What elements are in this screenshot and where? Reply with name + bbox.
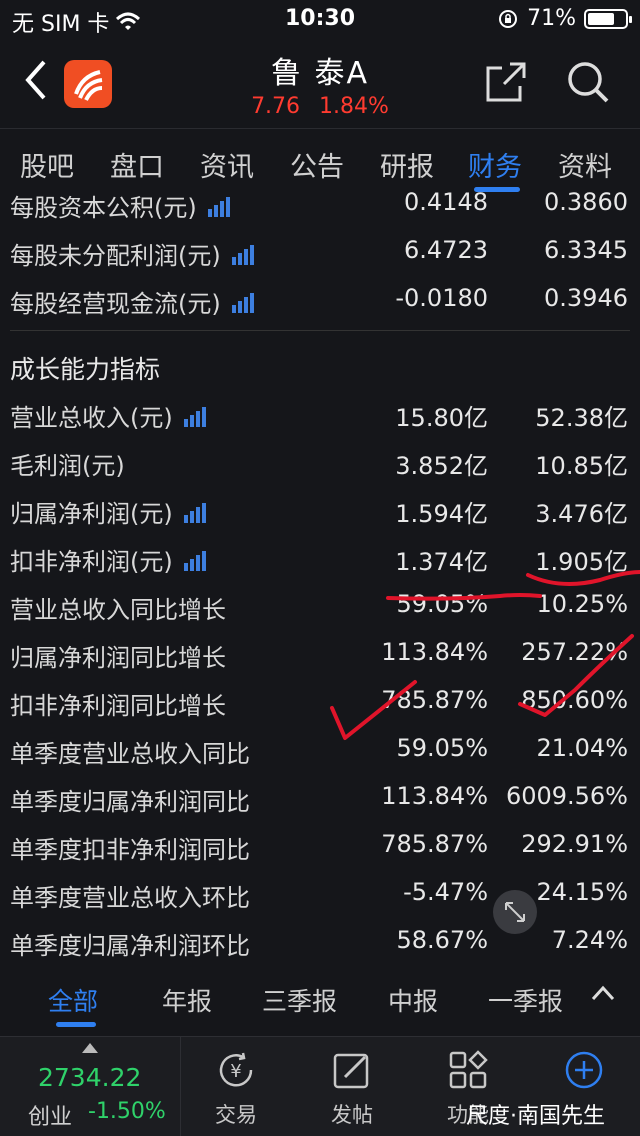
plus-circle-icon: [565, 1051, 603, 1089]
tab-guba[interactable]: 股吧: [20, 145, 74, 184]
chart-icon[interactable]: [183, 405, 207, 427]
chevron-up-icon[interactable]: [590, 984, 616, 1002]
stock-quote: 7.76 1.84%: [0, 94, 640, 119]
table-row: 营业总收入同比增长 59.05% 10.25%: [10, 590, 628, 624]
expand-button[interactable]: [493, 890, 537, 934]
svg-text:¥: ¥: [230, 1061, 241, 1082]
chart-icon[interactable]: [183, 549, 207, 571]
expand-icon: [505, 902, 525, 922]
grid-icon: [449, 1050, 488, 1089]
section-title: 成长能力指标: [10, 355, 161, 384]
tab-news[interactable]: 资讯: [200, 145, 254, 184]
status-bar: 无 SIM 卡 10:30 71%: [0, 0, 640, 40]
stock-name: 鲁 泰A: [270, 56, 370, 91]
stock-change: 1.84%: [319, 94, 389, 119]
table-row: 扣非净利润同比增长 785.87% 850.60%: [10, 686, 628, 720]
period-tab-half[interactable]: 中报: [388, 982, 438, 1018]
rotation-lock-icon: [499, 9, 518, 28]
nav-bar: 鲁 泰A 7.76 1.84%: [0, 40, 640, 128]
table-row: 扣非净利润(元) 1.374亿 1.905亿: [10, 548, 628, 576]
table-row: 单季度扣非净利润同比 785.87% 292.91%: [10, 830, 628, 864]
report-period-tabs: 全部 年报 三季报 中报 一季报: [0, 960, 640, 1034]
tab-finance[interactable]: 财务: [468, 145, 522, 184]
section-divider: [10, 330, 630, 331]
index-change: -1.50%: [88, 1099, 166, 1124]
period-tab-q1[interactable]: 一季报: [488, 982, 563, 1018]
index-name: 创业: [28, 1105, 73, 1130]
battery-icon: [584, 8, 632, 29]
table-row: 单季度归属净利润同比 113.84% 6009.56%: [10, 782, 628, 816]
table-row: 归属净利润同比增长 113.84% 257.22%: [10, 638, 628, 672]
table-row: 归属净利润(元) 1.594亿 3.476亿: [10, 500, 628, 528]
tab-profile[interactable]: 资料: [558, 145, 612, 184]
table-row: 每股经营现金流(元) -0.0180 0.3946: [10, 284, 628, 318]
watermark: 尺度·南国先生: [466, 1104, 605, 1129]
table-row: 营业总收入(元) 15.80亿 52.38亿: [10, 404, 628, 432]
trade-icon: ¥: [219, 1052, 253, 1087]
tab-announcements[interactable]: 公告: [290, 145, 344, 184]
index-value: 2734.22: [38, 1063, 142, 1092]
caret-up-icon: [82, 1043, 98, 1053]
active-period-indicator: [56, 1022, 96, 1027]
stock-price: 7.76: [251, 94, 301, 119]
finance-table[interactable]: 每股资本公积(元) 0.4148 0.3860 每股未分配利润(元) 6.472…: [0, 190, 640, 960]
search-icon[interactable]: [566, 60, 610, 104]
table-row: 每股资本公积(元) 0.4148 0.3860: [10, 190, 628, 222]
share-icon[interactable]: [484, 60, 528, 104]
chart-icon[interactable]: [207, 195, 231, 217]
table-row: 每股未分配利润(元) 6.4723 6.3345: [10, 236, 628, 270]
period-tab-annual[interactable]: 年报: [162, 982, 212, 1018]
chart-icon[interactable]: [231, 243, 255, 265]
tab-pankou[interactable]: 盘口: [110, 145, 164, 184]
table-row: 单季度营业总收入环比 -5.47% 24.15%: [10, 878, 628, 912]
chart-icon[interactable]: [231, 291, 255, 313]
battery-percent: 71%: [527, 6, 576, 31]
tab-research[interactable]: 研报: [380, 145, 434, 184]
edit-icon: [333, 1053, 369, 1089]
index-ticker[interactable]: 2734.22 创业 -1.50%: [0, 1037, 181, 1136]
tab-add[interactable]: [544, 1047, 624, 1097]
table-row: 毛利润(元) 3.852亿 10.85亿: [10, 452, 628, 480]
table-row: 单季度归属净利润环比 58.67% 7.24%: [10, 926, 628, 960]
chart-icon[interactable]: [183, 501, 207, 523]
tab-trade[interactable]: ¥ 交易: [196, 1047, 276, 1129]
period-tab-q3[interactable]: 三季报: [262, 982, 337, 1018]
period-tab-all[interactable]: 全部: [48, 982, 98, 1018]
tab-post[interactable]: 发帖: [312, 1047, 392, 1129]
table-row: 单季度营业总收入同比 59.05% 21.04%: [10, 734, 628, 768]
tab-bar-top: 股吧 盘口 资讯 公告 研报 财务 资料: [0, 128, 640, 192]
